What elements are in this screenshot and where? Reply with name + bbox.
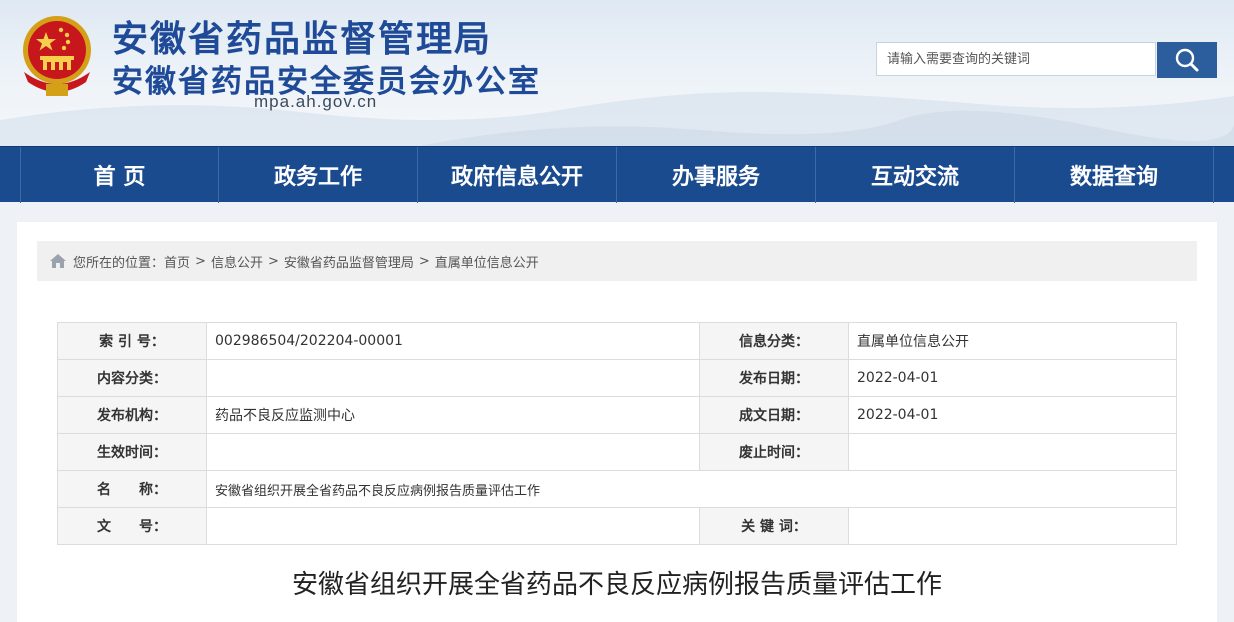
nav-item-government-work[interactable]: 政务工作 bbox=[219, 147, 418, 203]
publish-date-label: 发布日期： bbox=[699, 359, 849, 397]
written-date-value: 2022-04-01 bbox=[848, 396, 1177, 434]
table-row: 名 称： 安徽省组织开展全省药品不良反应病例报告质量评估工作 bbox=[57, 470, 1177, 508]
breadcrumb-separator: > bbox=[418, 253, 430, 269]
main-content: 您所在的位置： 首页 > 信息公开 > 安徽省药品监督管理局 > 直属单位信息公… bbox=[17, 222, 1217, 622]
search-button[interactable] bbox=[1157, 42, 1217, 78]
table-row: 索 引 号： 002986504/202204-00001 信息分类： 直属单位… bbox=[57, 322, 1177, 360]
effective-time-value bbox=[206, 433, 700, 471]
document-meta-table: 索 引 号： 002986504/202204-00001 信息分类： 直属单位… bbox=[57, 322, 1177, 545]
breadcrumb-link-bureau[interactable]: 安徽省药品监督管理局 bbox=[284, 252, 414, 271]
category-label: 信息分类： bbox=[699, 322, 849, 360]
site-domain: mpa.ah.gov.cn bbox=[254, 92, 378, 111]
table-row: 生效时间： 废止时间： bbox=[57, 433, 1177, 471]
table-row: 发布机构： 药品不良反应监测中心 成文日期： 2022-04-01 bbox=[57, 396, 1177, 434]
publish-date-value: 2022-04-01 bbox=[848, 359, 1177, 397]
breadcrumb: 您所在的位置： 首页 > 信息公开 > 安徽省药品监督管理局 > 直属单位信息公… bbox=[37, 241, 1197, 281]
home-icon bbox=[49, 253, 67, 269]
site-title: 安徽省药品监督管理局 bbox=[112, 19, 493, 60]
content-type-value bbox=[206, 359, 700, 397]
name-label: 名 称： bbox=[57, 470, 207, 508]
nav-item-home[interactable]: 首 页 bbox=[20, 147, 219, 203]
nav-item-interaction[interactable]: 互动交流 bbox=[816, 147, 1015, 203]
breadcrumb-prefix: 您所在的位置： bbox=[73, 255, 165, 271]
breadcrumb-link-subordinate[interactable]: 直属单位信息公开 bbox=[435, 252, 539, 271]
main-nav: 首 页 政务工作 政府信息公开 办事服务 互动交流 数据查询 bbox=[0, 146, 1234, 203]
category-value: 直属单位信息公开 bbox=[848, 322, 1177, 360]
publisher-value: 药品不良反应监测中心 bbox=[206, 396, 700, 434]
site-header: 安徽省药品监督管理局 安徽省药品安全委员会办公室 mpa.ah.gov.cn bbox=[0, 0, 1234, 146]
expire-time-label: 废止时间： bbox=[699, 433, 849, 471]
breadcrumb-link-info-disclosure[interactable]: 信息公开 bbox=[211, 252, 263, 271]
breadcrumb-link-home[interactable]: 首页 bbox=[164, 252, 190, 271]
index-number-value: 002986504/202204-00001 bbox=[206, 322, 700, 360]
written-date-label: 成文日期： bbox=[699, 396, 849, 434]
expire-time-value bbox=[848, 433, 1177, 471]
national-emblem-icon bbox=[23, 16, 91, 96]
keywords-value bbox=[848, 507, 1177, 545]
keywords-label: 关 键 词： bbox=[699, 507, 849, 545]
nav-item-services[interactable]: 办事服务 bbox=[617, 147, 816, 203]
name-value: 安徽省组织开展全省药品不良反应病例报告质量评估工作 bbox=[206, 470, 1177, 508]
content-type-label: 内容分类： bbox=[57, 359, 207, 397]
article-title: 安徽省组织开展全省药品不良反应病例报告质量评估工作 bbox=[291, 570, 942, 600]
effective-time-label: 生效时间： bbox=[57, 433, 207, 471]
publisher-label: 发布机构： bbox=[57, 396, 207, 434]
table-row: 文 号： 关 键 词： bbox=[57, 507, 1177, 545]
table-row: 内容分类： 发布日期： 2022-04-01 bbox=[57, 359, 1177, 397]
search-box bbox=[876, 42, 1156, 76]
nav-item-data-query[interactable]: 数据查询 bbox=[1015, 147, 1214, 203]
search-input[interactable] bbox=[877, 43, 1155, 75]
nav-item-info-disclosure[interactable]: 政府信息公开 bbox=[418, 147, 617, 203]
document-number-value bbox=[206, 507, 700, 545]
index-number-label: 索 引 号： bbox=[57, 322, 207, 360]
breadcrumb-separator: > bbox=[267, 253, 279, 269]
document-number-label: 文 号： bbox=[57, 507, 207, 545]
search-icon bbox=[1175, 48, 1199, 72]
breadcrumb-separator: > bbox=[195, 253, 206, 269]
